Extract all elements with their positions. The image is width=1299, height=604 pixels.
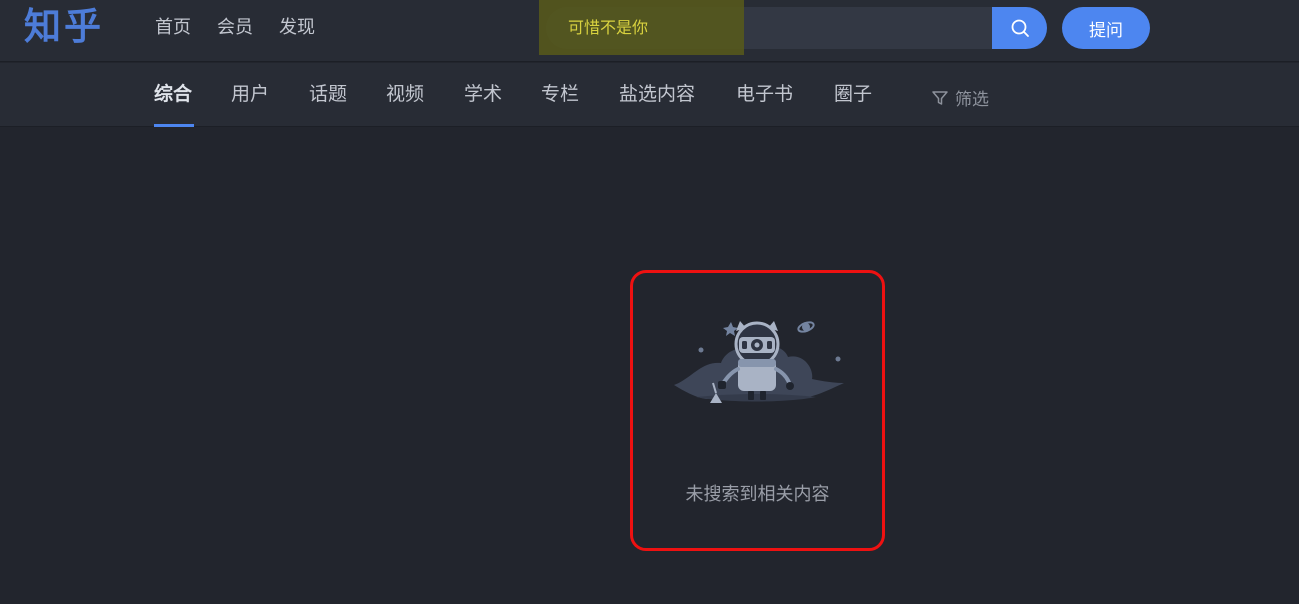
tab-topics[interactable]: 话题 — [309, 81, 347, 107]
empty-result-card: 未搜索到相关内容 — [630, 270, 885, 551]
tab-users[interactable]: 用户 — [231, 81, 269, 107]
nav-item-home[interactable]: 首页 — [155, 16, 191, 40]
tab-columns[interactable]: 专栏 — [541, 81, 579, 107]
robot-astronaut-illustration — [674, 321, 844, 403]
tab-comprehensive[interactable]: 综合 — [154, 81, 192, 107]
filter-button[interactable]: 筛选 — [931, 85, 989, 110]
tab-ebooks[interactable]: 电子书 — [736, 81, 793, 107]
top-navigation-bar: 知乎 首页 会员 发现 可惜不是你 提问 — [0, 0, 1299, 62]
search-button[interactable] — [992, 7, 1047, 49]
active-tab-indicator — [154, 124, 194, 127]
zhihu-logo[interactable]: 知乎 — [24, 4, 104, 50]
main-nav: 首页 会员 发现 — [155, 16, 315, 40]
search-icon — [1011, 19, 1029, 37]
tab-circles[interactable]: 圈子 — [834, 81, 872, 107]
filter-label: 筛选 — [955, 90, 989, 110]
filter-icon — [932, 90, 948, 105]
empty-state-message: 未搜索到相关内容 — [685, 484, 830, 505]
nav-item-discover[interactable]: 发现 — [279, 16, 315, 40]
nav-item-membership[interactable]: 会员 — [217, 16, 253, 40]
tab-academic[interactable]: 学术 — [464, 81, 502, 107]
tab-videos[interactable]: 视频 — [386, 81, 424, 107]
tab-salt-selection[interactable]: 盐选内容 — [619, 81, 695, 107]
search-type-tabs: 综合 用户 话题 视频 学术 专栏 盐选内容 电子书 圈子 筛选 — [0, 63, 1299, 127]
search-input[interactable]: 可惜不是你 — [568, 16, 648, 40]
ask-question-button[interactable]: 提问 — [1062, 7, 1150, 49]
